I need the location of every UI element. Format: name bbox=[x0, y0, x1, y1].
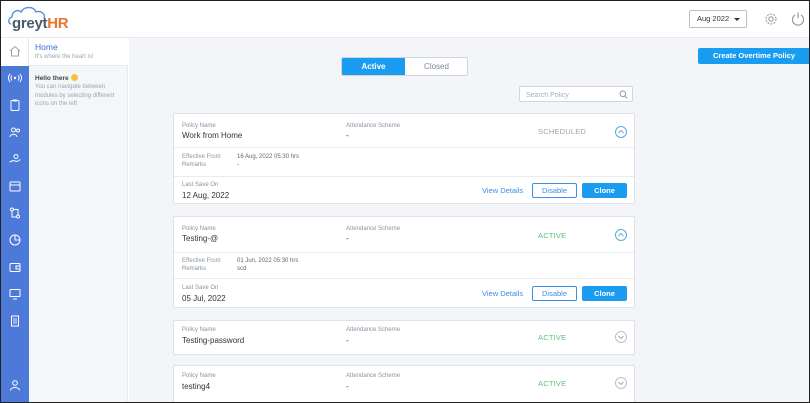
policy-card: Policy Name testing4 Attendance Scheme -… bbox=[173, 365, 635, 402]
policy-name-label: Policy Name bbox=[182, 226, 216, 232]
top-header: greytHR Aug 2022 bbox=[1, 1, 809, 38]
main-content: Create Overtime Policy Active Closed Pol… bbox=[129, 38, 809, 402]
effective-from-label: Effective From bbox=[182, 258, 221, 264]
remarks-label: Remarks bbox=[182, 162, 207, 168]
month-select-value: Aug 2022 bbox=[697, 14, 730, 23]
module-home[interactable]: Home It's where the heart is! bbox=[29, 38, 128, 66]
remarks-value: scd bbox=[237, 266, 247, 272]
profile-icon[interactable] bbox=[8, 378, 22, 392]
clone-button[interactable]: Clone bbox=[582, 286, 627, 301]
clone-button[interactable]: Clone bbox=[582, 183, 627, 198]
gear-icon[interactable] bbox=[764, 12, 778, 31]
chevron-up-icon bbox=[618, 129, 624, 134]
tab-active[interactable]: Active bbox=[342, 58, 405, 75]
disable-button[interactable]: Disable bbox=[532, 183, 577, 198]
module-home-subtitle: It's where the heart is! bbox=[35, 54, 94, 60]
collapse-toggle[interactable] bbox=[615, 126, 627, 138]
policy-name: testing4 bbox=[182, 382, 211, 391]
create-overtime-policy-button[interactable]: Create Overtime Policy bbox=[698, 48, 809, 64]
collapse-toggle[interactable] bbox=[615, 229, 627, 241]
disable-button[interactable]: Disable bbox=[532, 286, 577, 301]
module-home-title: Home bbox=[35, 42, 58, 52]
view-details-link[interactable]: View Details bbox=[482, 186, 523, 195]
effective-from-value: 01 Jun, 2022 05:30 hrs bbox=[237, 258, 299, 264]
status-tabs: Active Closed bbox=[341, 57, 468, 76]
attendance-scheme-label: Attendance Scheme bbox=[346, 123, 401, 129]
attendance-scheme-value: - bbox=[346, 131, 349, 140]
clipboard-icon[interactable] bbox=[8, 98, 22, 112]
attendance-scheme-value: - bbox=[346, 336, 349, 345]
left-icon-rail bbox=[1, 38, 29, 402]
module-panel: Home It's where the heart is! Hello ther… bbox=[29, 38, 128, 402]
policy-name: Work from Home bbox=[182, 131, 243, 140]
card-divider bbox=[174, 147, 634, 148]
expand-toggle[interactable] bbox=[615, 331, 627, 343]
attendance-scheme-value: - bbox=[346, 234, 349, 243]
hand-money-icon[interactable] bbox=[8, 152, 22, 166]
last-save-value: 12 Aug, 2022 bbox=[182, 191, 230, 200]
logo-text-hr: HR bbox=[47, 15, 69, 32]
workflow-icon[interactable] bbox=[8, 206, 22, 220]
search-icon[interactable] bbox=[619, 90, 628, 99]
status-badge: SCHEDULED bbox=[538, 127, 587, 136]
effective-from-value: 16 Aug, 2022 05:30 hrs bbox=[237, 154, 300, 160]
search-input[interactable] bbox=[526, 90, 616, 100]
home-icon bbox=[9, 45, 21, 57]
rail-home[interactable] bbox=[1, 38, 29, 66]
policy-name-label: Policy Name bbox=[182, 373, 216, 379]
document-icon[interactable] bbox=[8, 314, 22, 328]
policy-name: Testing-password bbox=[182, 336, 245, 345]
policy-card: Policy Name Testing-@ Attendance Scheme … bbox=[173, 216, 635, 308]
policy-name: Testing-@ bbox=[182, 234, 219, 243]
search-box bbox=[519, 86, 633, 102]
last-save-value: 05 Jul, 2022 bbox=[182, 294, 226, 303]
last-save-label: Last Save On bbox=[182, 182, 219, 188]
expand-toggle[interactable] bbox=[615, 377, 627, 389]
greythr-logo[interactable]: greytHR bbox=[8, 6, 69, 34]
card-divider bbox=[174, 176, 634, 177]
last-save-label: Last Save On bbox=[182, 285, 219, 291]
chevron-down-icon bbox=[618, 381, 624, 386]
remarks-value: - bbox=[237, 162, 239, 168]
attendance-scheme-value: - bbox=[346, 382, 349, 391]
broadcast-icon[interactable] bbox=[8, 71, 22, 85]
status-badge: ACTIVE bbox=[538, 231, 567, 240]
effective-from-label: Effective From bbox=[182, 154, 221, 160]
smiley-icon bbox=[70, 74, 78, 81]
users-icon[interactable] bbox=[8, 125, 22, 139]
policy-name-label: Policy Name bbox=[182, 327, 216, 333]
hello-heading: Hello there bbox=[35, 74, 78, 82]
tab-closed[interactable]: Closed bbox=[405, 58, 467, 75]
calendar-icon[interactable] bbox=[8, 179, 22, 193]
hello-body: You can navigate between modules by sele… bbox=[35, 84, 115, 107]
power-icon[interactable] bbox=[791, 11, 805, 31]
wallet-icon[interactable] bbox=[8, 260, 22, 274]
monitor-icon[interactable] bbox=[8, 287, 22, 301]
attendance-scheme-label: Attendance Scheme bbox=[346, 327, 401, 333]
hello-title: Hello there bbox=[35, 75, 69, 82]
policy-name-label: Policy Name bbox=[182, 123, 216, 129]
card-divider bbox=[174, 278, 634, 279]
attendance-scheme-label: Attendance Scheme bbox=[346, 226, 401, 232]
chevron-up-icon bbox=[618, 232, 624, 237]
status-badge: ACTIVE bbox=[538, 333, 567, 342]
policy-card: Policy Name Work from Home Attendance Sc… bbox=[173, 113, 635, 204]
month-select[interactable]: Aug 2022 bbox=[689, 10, 747, 28]
remarks-label: Remarks bbox=[182, 266, 207, 272]
attendance-scheme-label: Attendance Scheme bbox=[346, 373, 401, 379]
app-window: greytHR Aug 2022 Home It's where the hea… bbox=[0, 0, 810, 403]
status-badge: ACTIVE bbox=[538, 379, 567, 388]
policy-card: Policy Name Testing-password Attendance … bbox=[173, 320, 635, 355]
view-details-link[interactable]: View Details bbox=[482, 289, 523, 298]
chevron-down-icon bbox=[734, 18, 740, 21]
logo-text-greyt: greyt bbox=[12, 15, 48, 32]
pie-chart-icon[interactable] bbox=[8, 233, 22, 247]
chevron-down-icon bbox=[618, 335, 624, 340]
card-divider bbox=[174, 252, 634, 253]
